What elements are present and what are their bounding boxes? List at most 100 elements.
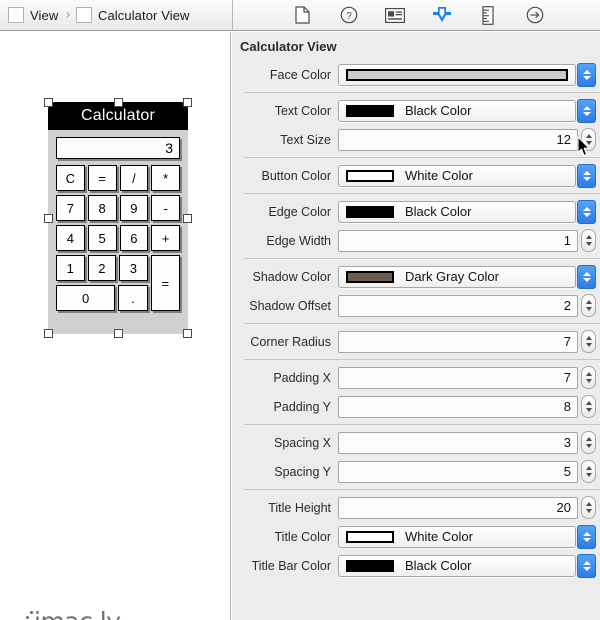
button-color-popup[interactable]: White Color <box>338 164 576 187</box>
watermark-label: imac.ly <box>34 607 121 620</box>
title-height-stepper[interactable] <box>581 496 596 519</box>
chevron-up-icon <box>582 531 591 536</box>
edge-width-stepper[interactable] <box>581 229 596 252</box>
chevron-down-icon <box>585 509 592 513</box>
spacing-y-input[interactable]: 5 <box>338 460 578 483</box>
calculator-widget[interactable]: Calculator 3 C = / * 7 8 9 - 4 5 6 + 1 2… <box>48 102 188 334</box>
color-swatch <box>346 104 394 117</box>
button-color-stepper[interactable] <box>577 163 596 188</box>
spacing-x-stepper[interactable] <box>581 431 596 454</box>
separator <box>244 92 600 93</box>
calculator-key[interactable]: C <box>56 165 85 191</box>
chevron-down-icon <box>585 242 592 246</box>
calculator-key[interactable]: 4 <box>56 225 85 251</box>
edge-color-stepper[interactable] <box>577 199 596 224</box>
row-padding-y: Padding Y 8 <box>232 392 600 421</box>
calculator-key[interactable]: 8 <box>87 195 117 221</box>
breadcrumb-item-calculator-view[interactable]: Calculator View <box>75 7 190 23</box>
breadcrumb-item-label: Calculator View <box>97 7 190 23</box>
color-swatch <box>346 530 394 543</box>
attributes-inspector-panel: Calculator View Face Color Text Color Bl… <box>232 32 600 620</box>
corner-radius-input[interactable]: 7 <box>338 330 578 353</box>
color-swatch-cell <box>339 556 401 576</box>
calculator-key[interactable]: . <box>118 285 148 311</box>
face-color-stepper[interactable] <box>577 62 596 87</box>
field-value: 1 <box>563 233 571 248</box>
calculator-body: 3 C = / * 7 8 9 - 4 5 6 + 1 2 3 0 . = <box>48 130 188 319</box>
calculator-key[interactable]: 6 <box>119 225 149 251</box>
shadow-offset-stepper[interactable] <box>581 294 596 317</box>
edge-width-input[interactable]: 1 <box>338 229 578 252</box>
shadow-offset-input[interactable]: 2 <box>338 294 578 317</box>
quick-help-icon[interactable]: ? <box>336 3 362 27</box>
calculator-key[interactable]: = <box>87 165 117 191</box>
shadow-color-popup[interactable]: Dark Gray Color <box>338 265 576 288</box>
file-inspector-icon[interactable] <box>289 3 315 27</box>
selection-handle-top-center[interactable] <box>114 98 123 107</box>
calculator-key[interactable]: 9 <box>119 195 149 221</box>
svg-text:?: ? <box>346 11 352 22</box>
row-shadow-offset: Shadow Offset 2 <box>232 291 600 320</box>
calculator-key[interactable]: 7 <box>56 195 85 221</box>
calculator-key[interactable]: / <box>119 165 149 191</box>
row-label: Title Color <box>274 529 332 544</box>
design-canvas[interactable]: Calculator 3 C = / * 7 8 9 - 4 5 6 + 1 2… <box>0 32 231 620</box>
popup-value: Dark Gray Color <box>405 269 499 284</box>
attributes-inspector-icon[interactable] <box>429 3 455 27</box>
padding-y-stepper[interactable] <box>581 395 596 418</box>
face-color-popup[interactable] <box>338 63 576 86</box>
calculator-key-row: 0 . <box>56 285 148 311</box>
title-height-input[interactable]: 20 <box>338 496 578 519</box>
size-inspector-icon[interactable] <box>475 3 501 27</box>
connections-inspector-icon[interactable] <box>522 3 548 27</box>
shadow-color-stepper[interactable] <box>577 264 596 289</box>
chevron-up-icon <box>582 271 591 276</box>
spacing-y-stepper[interactable] <box>581 460 596 483</box>
selection-handle-middle-right[interactable] <box>183 214 192 223</box>
chevron-down-icon <box>582 277 591 282</box>
selection-handle-bottom-left[interactable] <box>44 329 53 338</box>
calculator-key-row: 7 8 9 - <box>56 195 180 221</box>
calculator-key[interactable]: 0 <box>56 285 116 311</box>
color-swatch <box>346 205 394 218</box>
breadcrumb-item-view[interactable]: View <box>8 7 58 23</box>
selection-handle-middle-left[interactable] <box>44 214 53 223</box>
corner-radius-stepper[interactable] <box>581 330 596 353</box>
field-value: 3 <box>563 435 571 450</box>
row-label: Padding X <box>273 370 331 385</box>
text-size-input[interactable]: 12 <box>338 128 578 151</box>
padding-y-input[interactable]: 8 <box>338 395 578 418</box>
chevron-down-icon <box>582 75 591 80</box>
selection-handle-bottom-right[interactable] <box>183 329 192 338</box>
title-bar-color-popup[interactable]: Black Color <box>338 554 576 577</box>
chevron-right-icon: › <box>65 7 71 23</box>
row-label: Title Bar Color <box>251 558 331 573</box>
identity-inspector-icon[interactable] <box>382 3 408 27</box>
calculator-key[interactable]: 2 <box>87 255 117 281</box>
calculator-key[interactable]: + <box>151 225 180 251</box>
padding-x-input[interactable]: 7 <box>338 366 578 389</box>
calculator-key-equals[interactable]: = <box>150 255 180 311</box>
title-bar-color-stepper[interactable] <box>577 553 596 578</box>
spacing-x-input[interactable]: 3 <box>338 431 578 454</box>
selection-handle-bottom-center[interactable] <box>114 329 123 338</box>
calculator-key[interactable]: 5 <box>87 225 117 251</box>
text-color-popup[interactable]: Black Color <box>338 99 576 122</box>
calculator-key[interactable]: 1 <box>56 255 85 281</box>
selection-handle-top-right[interactable] <box>183 98 192 107</box>
calculator-view-preview[interactable]: Calculator 3 C = / * 7 8 9 - 4 5 6 + 1 2… <box>44 98 192 338</box>
calculator-key[interactable]: * <box>151 165 180 191</box>
padding-x-stepper[interactable] <box>581 366 596 389</box>
row-spacing-y: Spacing Y 5 <box>232 457 600 486</box>
popup-value: White Color <box>405 529 473 544</box>
calculator-key[interactable]: 3 <box>119 255 148 281</box>
selection-handle-top-left[interactable] <box>44 98 53 107</box>
calculator-key[interactable]: - <box>151 195 180 221</box>
text-color-stepper[interactable] <box>577 98 596 123</box>
chevron-up-icon <box>582 170 591 175</box>
title-color-popup[interactable]: White Color <box>338 525 576 548</box>
edge-color-popup[interactable]: Black Color <box>338 200 576 223</box>
title-color-stepper[interactable] <box>577 524 596 549</box>
calculator-display: 3 <box>56 137 180 159</box>
row-label: Text Size <box>280 132 331 147</box>
